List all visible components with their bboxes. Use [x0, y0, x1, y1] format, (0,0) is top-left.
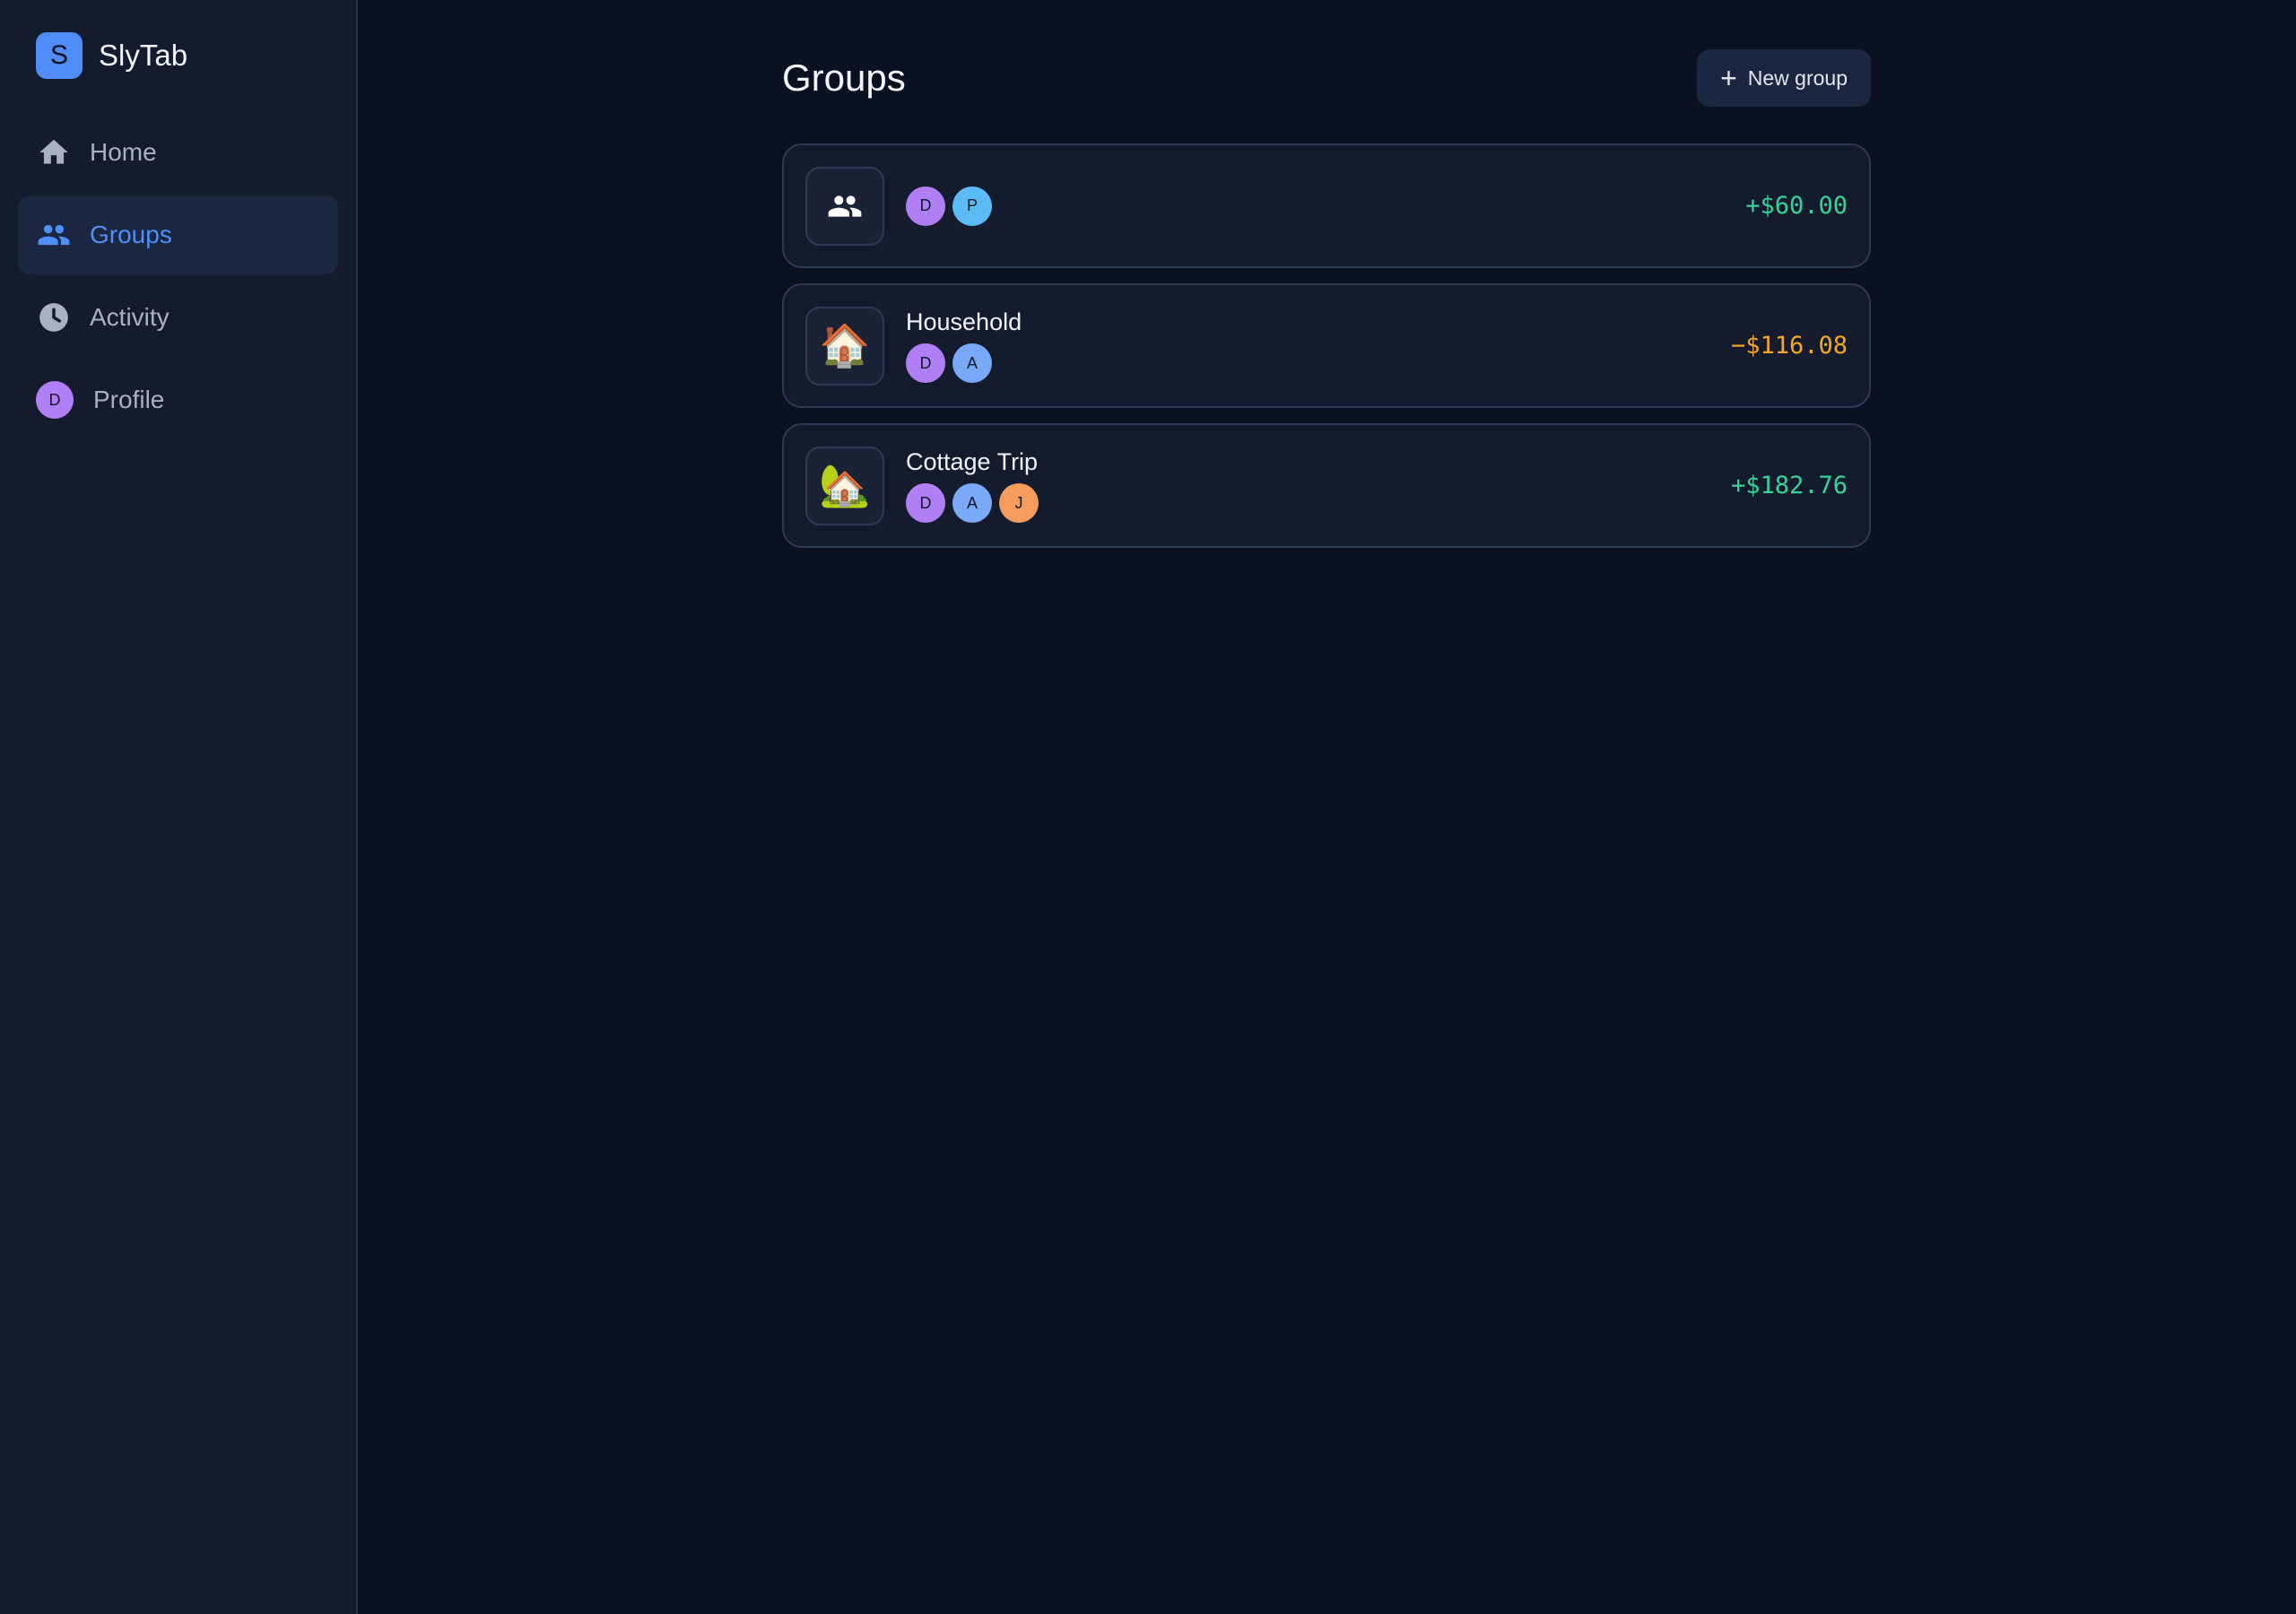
home-icon [36, 134, 72, 170]
member-avatars: D A J [906, 483, 1731, 523]
new-group-label: New group [1747, 65, 1848, 90]
house-with-garden-icon: 🏡 [805, 446, 884, 525]
sidebar-item-label: Home [90, 138, 157, 166]
users-icon [36, 217, 72, 253]
new-group-button[interactable]: + New group [1697, 49, 1871, 107]
sidebar-nav: Home Groups Activity D Profile [18, 113, 338, 439]
group-icon [805, 166, 884, 246]
avatar: P [952, 186, 992, 226]
sidebar-item-label: Activity [90, 303, 170, 331]
brand[interactable]: S SlyTab [18, 32, 338, 79]
app-root: S SlyTab Home Groups Activity D Profile … [0, 0, 2296, 1614]
sidebar-item-groups[interactable]: Groups [18, 195, 338, 274]
group-balance: +$182.76 [1730, 472, 1848, 499]
sidebar-item-label: Groups [90, 221, 172, 248]
page-title: Groups [782, 56, 906, 99]
group-info: Cottage Trip D A J [906, 448, 1731, 523]
avatar: A [952, 343, 992, 383]
page-header: Groups + New group [782, 49, 1871, 107]
plus-icon: + [1720, 62, 1737, 94]
avatar: D [906, 186, 945, 226]
users-icon [828, 195, 862, 217]
avatar: J [999, 483, 1039, 523]
groups-page: Groups + New group D P +$60.00 🏠 Househo… [782, 49, 1871, 563]
group-card[interactable]: 🏠 Household D A −$116.08 [782, 283, 1871, 408]
sidebar-item-profile[interactable]: D Profile [18, 360, 338, 439]
group-name: Household [906, 308, 1022, 335]
group-name: Cottage Trip [906, 448, 1039, 475]
avatar: A [952, 483, 992, 523]
avatar: D [906, 483, 945, 523]
group-card[interactable]: 🏡 Cottage Trip D A J +$182.76 [782, 423, 1871, 548]
avatar: D [36, 381, 74, 419]
group-info: D P [906, 186, 1745, 226]
member-avatars: D A [906, 343, 1731, 383]
clock-icon [36, 299, 72, 335]
sidebar: S SlyTab Home Groups Activity D Profile [0, 0, 358, 1614]
group-balance: +$60.00 [1745, 192, 1848, 220]
avatar: D [906, 343, 945, 383]
group-info: Household D A [906, 308, 1731, 383]
app-logo: S [36, 32, 83, 79]
member-avatars: D P [906, 186, 1745, 226]
sidebar-item-activity[interactable]: Activity [18, 278, 338, 357]
sidebar-item-home[interactable]: Home [18, 113, 338, 192]
app-name: SlyTab [99, 39, 188, 72]
main-content: Groups + New group D P +$60.00 🏠 Househo… [358, 0, 2296, 1614]
group-balance: −$116.08 [1730, 332, 1848, 360]
sidebar-item-label: Profile [93, 386, 165, 413]
group-card[interactable]: D P +$60.00 [782, 143, 1871, 268]
house-icon: 🏠 [805, 306, 884, 386]
group-list: D P +$60.00 🏠 Household D A −$116.08 🏡 C… [782, 143, 1871, 548]
